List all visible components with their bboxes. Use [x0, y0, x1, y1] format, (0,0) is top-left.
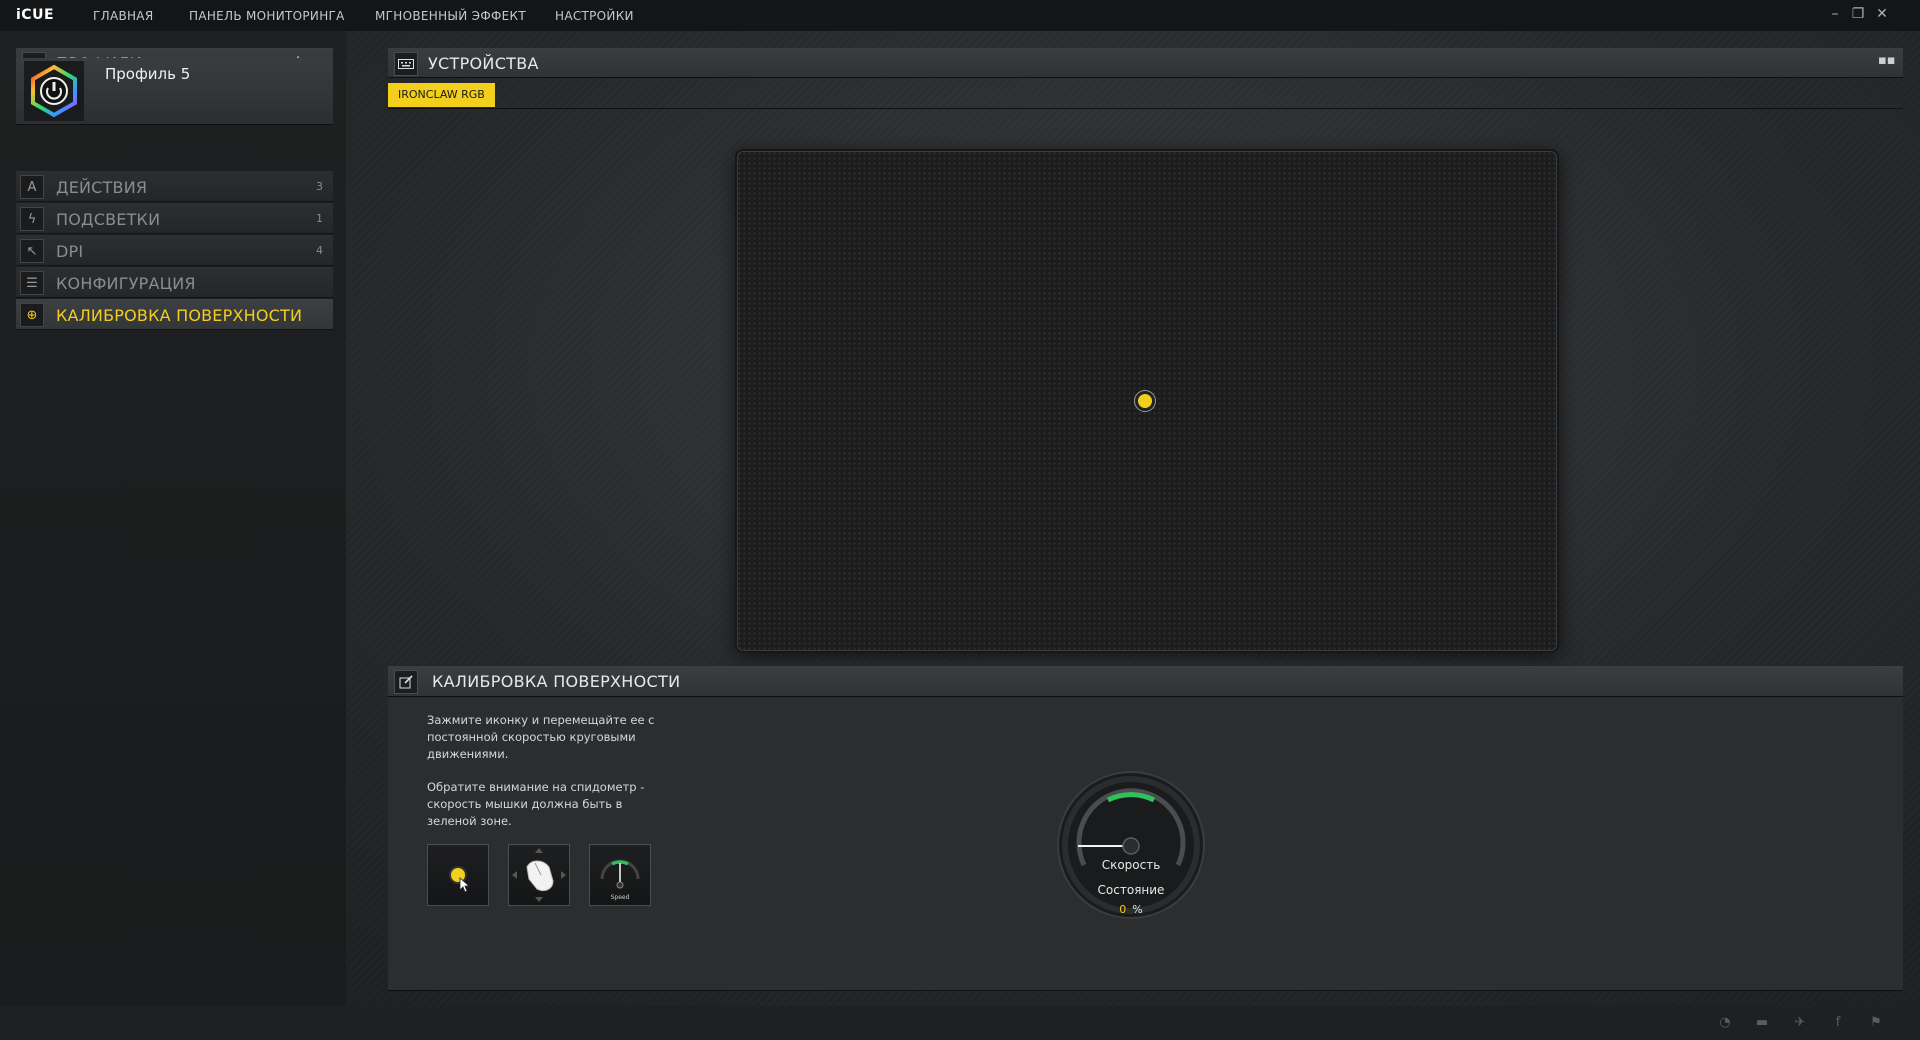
- close-button[interactable]: ✕: [1873, 5, 1891, 23]
- calibration-drag-handle[interactable]: [1135, 391, 1155, 411]
- nav-monitoring-panel[interactable]: ПАНЕЛЬ МОНИТОРИНГА: [189, 9, 345, 23]
- devices-header: УСТРОЙСТВА ▪▪: [388, 48, 1903, 78]
- sidebar-item-count: 1: [316, 212, 323, 225]
- devices-title: УСТРОЙСТВА: [428, 54, 539, 73]
- target-icon: ⊕: [20, 303, 44, 327]
- bottom-bar: ◔ ▬ ✈ f ⚑: [0, 1006, 1920, 1040]
- actions-icon: A: [20, 175, 44, 199]
- configuration-icon: ☰: [20, 271, 44, 295]
- instruction-text-1: Зажмите иконку и перемещайте ее с постоя…: [427, 713, 655, 761]
- devices-divider: [388, 108, 1903, 109]
- twitter-icon[interactable]: ✈: [1791, 1015, 1809, 1031]
- calibration-progress: 0%: [1056, 903, 1206, 916]
- progress-value: 0: [1119, 903, 1127, 916]
- app-brand: iCUE: [16, 7, 55, 23]
- device-tab-ironclaw[interactable]: IRONCLAW RGB: [388, 83, 495, 107]
- sidebar-item-label: КАЛИБРОВКА ПОВЕРХНОСТИ: [56, 306, 303, 325]
- sidebar-item-surface-calibration[interactable]: ⊕ КАЛИБРОВКА ПОВЕРХНОСТИ: [16, 299, 333, 330]
- profile-name: Профиль 5: [105, 65, 191, 83]
- progress-unit: %: [1132, 903, 1143, 916]
- sidebar-item-label: КОНФИГУРАЦИЯ: [56, 274, 196, 293]
- dpi-cursor-icon: ↖: [20, 239, 44, 263]
- top-nav-bar: iCUE ГЛАВНАЯ ПАНЕЛЬ МОНИТОРИНГА МГНОВЕНН…: [0, 0, 1920, 31]
- icue-logo-icon: [31, 64, 77, 118]
- step-mouse-move-icon[interactable]: [508, 844, 570, 906]
- gauge-state-label: Состояние: [1097, 883, 1165, 897]
- keyboard-icon: [394, 52, 418, 76]
- nav-instant-effect[interactable]: МГНОВЕННЫЙ ЭФФЕКТ: [375, 9, 526, 23]
- grid-view-icon[interactable]: ▪▪: [1878, 53, 1896, 68]
- profile-avatar: [24, 61, 84, 121]
- sidebar-item-label: ПОДСВЕТКИ: [56, 210, 161, 229]
- facebook-icon[interactable]: f: [1829, 1015, 1847, 1031]
- instruction-text-2: Обратите внимание на спидометр - скорост…: [427, 780, 645, 828]
- calibration-header: КАЛИБРОВКА ПОВЕРХНОСТИ: [388, 666, 1903, 697]
- lightning-icon: ϟ: [20, 207, 44, 231]
- performance-icon[interactable]: ◔: [1716, 1015, 1734, 1031]
- step-speedometer-icon[interactable]: Speed: [589, 844, 651, 906]
- sidebar-item-count: 4: [316, 244, 323, 257]
- speed-caption: Speed: [611, 894, 630, 901]
- sidebar-item-lighting[interactable]: ϟ ПОДСВЕТКИ 1: [16, 203, 333, 234]
- icue-window: iCUE ГЛАВНАЯ ПАНЕЛЬ МОНИТОРИНГА МГНОВЕНН…: [0, 0, 1920, 1040]
- nav-home[interactable]: ГЛАВНАЯ: [93, 9, 153, 23]
- nav-settings[interactable]: НАСТРОЙКИ: [555, 9, 634, 23]
- calibration-title: КАЛИБРОВКА ПОВЕРХНОСТИ: [432, 672, 681, 691]
- corsair-icon[interactable]: ⚑: [1867, 1015, 1885, 1031]
- step-hold-icon[interactable]: [427, 844, 489, 906]
- minimize-button[interactable]: –: [1826, 5, 1844, 23]
- restore-button[interactable]: ❐: [1849, 5, 1867, 23]
- profile-card[interactable]: Профиль 5: [16, 58, 333, 125]
- sidebar-item-label: ДЕЙСТВИЯ: [56, 178, 148, 197]
- sidebar-item-actions[interactable]: A ДЕЙСТВИЯ 3: [16, 171, 333, 202]
- chat-icon[interactable]: ▬: [1753, 1015, 1771, 1031]
- speedometer-gauge: [1057, 771, 1205, 919]
- gauge-speed-label: Скорость: [1101, 858, 1161, 872]
- edit-icon: [394, 670, 418, 694]
- sidebar-item-dpi[interactable]: ↖ DPI 4: [16, 235, 333, 266]
- sidebar-item-count: 3: [316, 180, 323, 193]
- sidebar-item-label: DPI: [56, 242, 84, 261]
- sidebar-item-configuration[interactable]: ☰ КОНФИГУРАЦИЯ: [16, 267, 333, 298]
